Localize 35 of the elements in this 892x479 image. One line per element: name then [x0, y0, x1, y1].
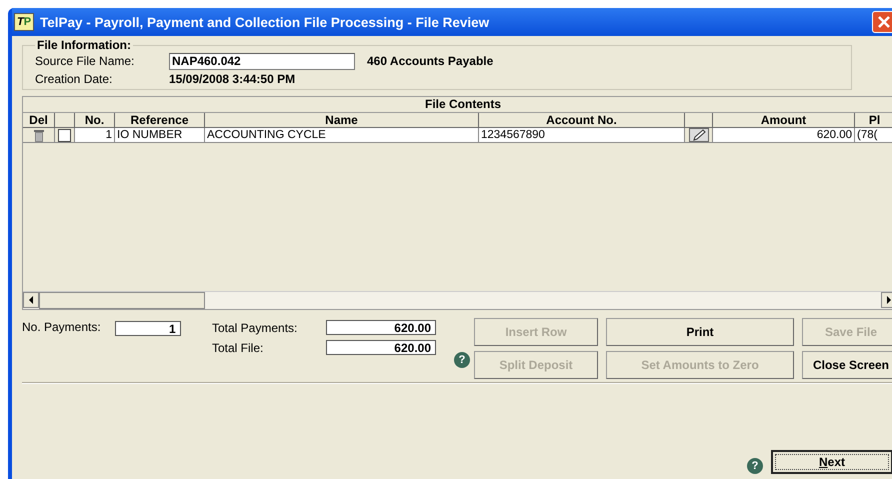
table-cell: 1 [75, 128, 115, 143]
table-cell: ACCOUNTING CYCLE [205, 128, 479, 143]
horizontal-scrollbar[interactable] [23, 291, 892, 309]
pencil-icon [692, 129, 706, 141]
app-logo-icon: TP [14, 13, 34, 31]
table-cell: 620.00 [713, 128, 855, 143]
edit-button[interactable] [688, 128, 708, 142]
creation-date-value: 15/09/2008 3:44:50 PM [169, 72, 296, 86]
source-file-field[interactable]: NAP460.042 [169, 52, 355, 70]
row-checkbox[interactable] [58, 128, 71, 142]
trash-icon[interactable] [32, 128, 44, 142]
action-button[interactable]: Print [606, 318, 794, 346]
creation-date-label: Creation Date: [35, 72, 114, 86]
help-icon[interactable]: ? [454, 352, 470, 368]
scroll-left-icon[interactable] [23, 292, 39, 308]
source-description: 460 Accounts Payable [367, 54, 494, 68]
scroll-thumb[interactable] [39, 292, 205, 309]
next-button[interactable]: Next [771, 450, 892, 474]
grid-title: File Contents [23, 97, 892, 113]
payments-count-label: No. Payments: [22, 320, 101, 334]
total-file-field[interactable]: 620.00 [326, 340, 436, 355]
group-legend: File Information: [35, 38, 133, 52]
close-button[interactable] [872, 11, 892, 33]
payments-count-field[interactable]: 1 [114, 321, 181, 336]
table-cell: IO NUMBER [115, 128, 205, 143]
action-button[interactable]: Close Screen [802, 351, 892, 379]
table-cell: 1234567890 [479, 128, 685, 143]
total-payments-label: Total Payments: [212, 320, 298, 334]
table-cell: (78( [855, 128, 892, 143]
source-file-label: Source File Name: [35, 54, 136, 68]
help-icon[interactable]: ? [747, 458, 763, 474]
window-title: TelPay - Payroll, Payment and Collection File Processing - File Review [40, 14, 490, 30]
total-payments-field[interactable]: 620.00 [326, 320, 436, 335]
close-icon [877, 15, 891, 29]
total-file-label: Total File: [212, 340, 264, 354]
